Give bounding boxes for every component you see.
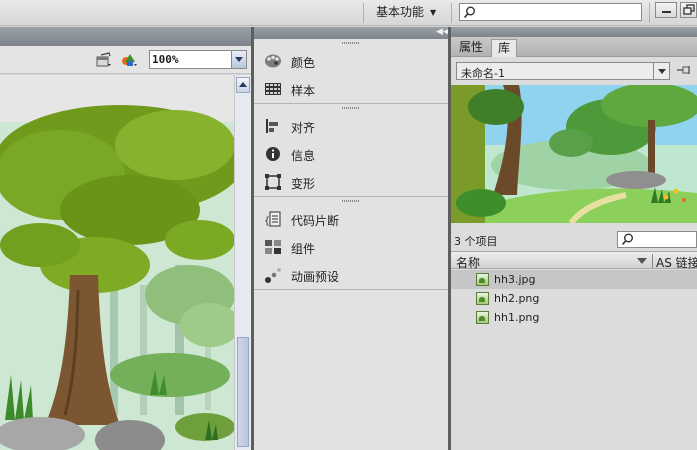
help-search-input[interactable] — [459, 3, 642, 21]
library-item-name: hh3.jpg — [494, 273, 536, 286]
forest-artwork — [0, 75, 234, 450]
document-name: 未命名-1 — [461, 67, 505, 80]
panel-item-align[interactable]: 对齐 — [254, 112, 448, 140]
bitmap-icon — [476, 273, 489, 286]
color-palette-icon — [265, 54, 281, 68]
library-item-count: 3 个项目 — [454, 235, 498, 248]
chevron-down-icon[interactable] — [231, 51, 246, 68]
grip-icon[interactable] — [254, 197, 448, 205]
zoom-value: 100% — [152, 53, 179, 66]
panel-label: 代码片断 — [291, 214, 340, 228]
preview-image — [451, 85, 697, 223]
edit-symbols-icon[interactable] — [120, 52, 138, 68]
panel-label: 对齐 — [291, 121, 316, 135]
scroll-up-arrow-icon[interactable] — [236, 77, 250, 93]
library-item-name: hh2.png — [494, 292, 540, 305]
edit-bar: 100% — [0, 46, 252, 74]
code-snippets-icon: { — [264, 211, 281, 227]
bitmap-icon — [476, 311, 489, 324]
panel-item-color[interactable]: 颜色 — [254, 47, 448, 75]
edit-scene-icon[interactable] — [95, 52, 113, 68]
toolbar-divider — [649, 3, 650, 23]
toolbar-divider — [363, 3, 364, 23]
library-tab-bar: 属性 库 — [451, 37, 697, 57]
application-bar: 基本功能 ▼ — [0, 0, 697, 26]
column-header-name[interactable]: 名称 — [456, 254, 480, 271]
panel-item-motion-presets[interactable]: 动画预设 — [254, 261, 448, 289]
document-tab-bar — [0, 27, 252, 46]
panel-group-align: 对齐 信息 变形 — [254, 104, 448, 197]
tab-library[interactable]: 库 — [491, 39, 518, 57]
panel-group-code: { 代码片断 组件 动画预设 — [254, 197, 448, 290]
library-item-list: hh3.jpg hh2.png hh1.png — [451, 270, 697, 327]
restore-button[interactable] — [680, 2, 697, 18]
panel-dock-header — [254, 27, 448, 39]
info-icon — [266, 147, 280, 161]
column-divider[interactable] — [652, 254, 653, 268]
svg-text:{: { — [264, 216, 270, 227]
panel-dock: 颜色 样本 对齐 信息 变形 {代码片断 组件 动画预设 — [254, 39, 448, 450]
motion-presets-icon — [265, 268, 281, 283]
panel-item-info[interactable]: 信息 — [254, 140, 448, 168]
panel-label: 组件 — [291, 242, 316, 256]
library-panel-header — [451, 27, 697, 37]
panel-label: 变形 — [291, 177, 316, 191]
panel-label: 动画预设 — [291, 270, 340, 284]
library-item-preview — [451, 85, 697, 223]
library-item[interactable]: hh3.jpg — [451, 270, 697, 289]
search-icon — [463, 6, 475, 19]
grip-icon[interactable] — [254, 104, 448, 112]
panel-item-code-snippets[interactable]: { 代码片断 — [254, 205, 448, 233]
library-panel: 未命名-1 3 个项目 名称 AS 链接 hh3.jpg hh2.png hh1… — [451, 57, 697, 450]
zoom-select[interactable]: 100% — [149, 50, 247, 69]
grip-icon[interactable] — [254, 39, 448, 47]
tab-properties[interactable]: 属性 — [453, 39, 489, 57]
library-item-name: hh1.png — [494, 311, 540, 324]
stage-vertical-scrollbar[interactable] — [234, 75, 251, 450]
components-icon — [265, 240, 281, 254]
panel-item-swatches[interactable]: 样本 — [254, 75, 448, 103]
library-item[interactable]: hh1.png — [451, 308, 697, 327]
panel-item-components[interactable]: 组件 — [254, 233, 448, 261]
panel-item-transform[interactable]: 变形 — [254, 168, 448, 196]
bitmap-icon — [476, 292, 489, 305]
sort-descending-icon[interactable] — [637, 258, 647, 264]
align-icon — [266, 119, 278, 133]
panel-label: 信息 — [291, 149, 316, 163]
library-column-header: 名称 AS 链接 — [451, 251, 697, 271]
pin-library-icon[interactable] — [677, 65, 691, 77]
library-item[interactable]: hh2.png — [451, 289, 697, 308]
column-header-linkage[interactable]: AS 链接 — [656, 254, 697, 271]
workspace-label: 基本功能 — [376, 5, 425, 19]
panel-label: 颜色 — [291, 56, 316, 70]
chevron-down-icon[interactable] — [653, 63, 669, 79]
panel-label: 样本 — [291, 84, 316, 98]
search-icon — [621, 233, 633, 246]
library-search-input[interactable] — [617, 231, 697, 248]
workspace-switcher[interactable]: 基本功能 ▼ — [370, 3, 442, 21]
minimize-button[interactable] — [655, 2, 677, 18]
panel-group-color: 颜色 样本 — [254, 39, 448, 104]
stage-canvas[interactable] — [0, 75, 234, 450]
chevron-down-icon: ▼ — [430, 7, 437, 17]
swatches-icon — [265, 83, 281, 95]
library-document-select[interactable]: 未命名-1 — [456, 62, 670, 80]
scroll-thumb[interactable] — [237, 337, 249, 447]
restore-icon — [683, 4, 695, 15]
toolbar-divider — [451, 3, 452, 23]
transform-icon — [265, 174, 281, 190]
